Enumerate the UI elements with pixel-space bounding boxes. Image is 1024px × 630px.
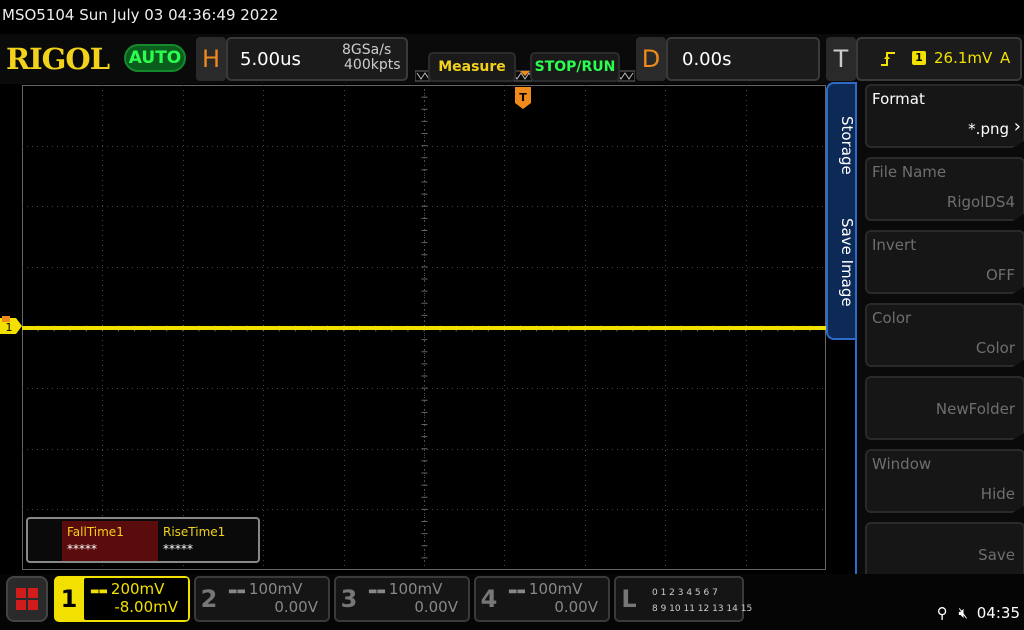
channel-1-readout: ▬▬ 200mV -8.00mV bbox=[84, 578, 188, 620]
logic-channels-row-1: 0 1 2 3 4 5 6 7 bbox=[652, 588, 718, 598]
horizontal-timebase-box[interactable]: 5.00us 8GSa/s 400kpts bbox=[226, 37, 408, 81]
trigger-level: 26.1mV bbox=[934, 49, 993, 67]
logic-analyzer-box[interactable]: L 0 1 2 3 4 5 6 7 8 9 10 11 12 13 14 15 bbox=[614, 576, 752, 622]
title-bar: MSO5104 Sun July 03 04:36:49 2022 bbox=[0, 0, 1024, 34]
channel-1-box[interactable]: 1 ▬▬ 200mV -8.00mV bbox=[54, 576, 190, 622]
channel-2-box[interactable]: 2 ▬▬ 100mV 0.00V bbox=[194, 576, 330, 622]
clock-time: 04:35 bbox=[976, 604, 1020, 622]
channel-number: 3 bbox=[340, 585, 358, 613]
channel-scale: ▬▬ 100mV bbox=[228, 580, 303, 598]
menu-item-value: Hide bbox=[980, 485, 1015, 503]
menu-item-value: NewFolder bbox=[935, 400, 1015, 418]
menu-item-value: *.png bbox=[968, 120, 1009, 138]
channel-bar: 1 ▬▬ 200mV -8.00mV 2 ▬▬ 100mV 0.00V 3 ▬▬ 10… bbox=[0, 574, 1024, 630]
delay-value: 0.00s bbox=[682, 49, 732, 70]
channel-number: 4 bbox=[480, 585, 498, 613]
logic-channels-row-2: 8 9 10 11 12 13 14 15 bbox=[652, 604, 753, 614]
trigger-mode: A bbox=[1000, 49, 1011, 67]
channel-scale: ▬▬ 100mV bbox=[508, 580, 583, 598]
menu-item-color[interactable]: Color Color bbox=[865, 303, 1024, 367]
channel-scale: ▬▬ 200mV bbox=[90, 580, 165, 598]
delay-box[interactable]: 0.00s bbox=[666, 37, 820, 81]
usb-icon: ⚲ bbox=[936, 604, 948, 622]
measurement-name: RiseTime1 bbox=[163, 525, 226, 539]
stop-run-button[interactable]: STOP/RUN bbox=[530, 52, 620, 82]
channel-offset: 0.00V bbox=[554, 598, 598, 616]
menu-item-value: RigolDS4 bbox=[946, 193, 1015, 211]
channel-scale: ▬▬ 100mV bbox=[368, 580, 443, 598]
ch1-waveform-trace bbox=[22, 326, 826, 330]
menu-item-label: Color bbox=[872, 309, 912, 327]
menu-item-file-name[interactable]: File Name RigolDS4 bbox=[865, 157, 1024, 221]
menu-item-value: Save bbox=[978, 546, 1015, 564]
menu-item-label: Invert bbox=[872, 236, 917, 254]
menu-item-invert[interactable]: Invert OFF bbox=[865, 230, 1024, 294]
menu-item-label: Window bbox=[872, 455, 932, 473]
delay-label[interactable]: D bbox=[636, 37, 666, 81]
measurement-value: ***** bbox=[67, 542, 97, 556]
dc-coupling-icon: ▬▬ bbox=[228, 586, 246, 597]
channel-offset: 0.00V bbox=[414, 598, 458, 616]
menu-item-format[interactable]: Format *.png › bbox=[865, 84, 1024, 148]
dc-coupling-icon: ▬▬ bbox=[368, 586, 386, 597]
tab-save-image[interactable]: Save Image bbox=[832, 218, 856, 307]
measurement-name: FallTime1 bbox=[67, 525, 124, 539]
dc-coupling-icon: ▬▬ bbox=[508, 586, 526, 597]
header-bar: RIGOL AUTO H 5.00us 8GSa/s 400kpts Measu… bbox=[0, 34, 1024, 84]
channel-4-box[interactable]: 4 ▬▬ 100mV 0.00V bbox=[474, 576, 610, 622]
menu-item-window[interactable]: Window Hide bbox=[865, 449, 1024, 513]
measurement-risetime[interactable]: RiseTime1 ***** bbox=[158, 521, 254, 561]
trigger-label[interactable]: T bbox=[826, 37, 856, 81]
status-area: ⚲ 🔇︎ 04:35 bbox=[937, 604, 1020, 622]
chevron-right-icon: › bbox=[1013, 116, 1021, 137]
measure-button[interactable]: Measure bbox=[428, 52, 516, 82]
sample-rate: 8GSa/s bbox=[342, 42, 392, 58]
channel-number: 2 bbox=[200, 585, 218, 613]
main-menu-button[interactable] bbox=[6, 576, 48, 622]
trigger-source-badge: 1 bbox=[912, 51, 926, 65]
menu-item-value: OFF bbox=[985, 266, 1015, 284]
svg-text:T: T bbox=[519, 91, 527, 104]
menu-tabs: Storage Save Image bbox=[826, 82, 856, 340]
tab-storage[interactable]: Storage bbox=[832, 116, 856, 175]
measurement-value: ***** bbox=[163, 542, 193, 556]
dc-coupling-icon: ▬▬ bbox=[90, 586, 108, 597]
rigol-logo: RIGOL bbox=[6, 42, 110, 76]
menu-item-value: Color bbox=[975, 339, 1015, 357]
channel-3-box[interactable]: 3 ▬▬ 100mV 0.00V bbox=[334, 576, 470, 622]
trigger-box[interactable]: 1 26.1mV A bbox=[856, 37, 1022, 81]
trigger-level-marker bbox=[2, 316, 10, 322]
auto-button[interactable]: AUTO bbox=[124, 44, 186, 72]
waveform-display[interactable] bbox=[22, 85, 826, 570]
menu-item-label: File Name bbox=[872, 163, 947, 181]
svg-text:1: 1 bbox=[6, 321, 13, 334]
channel-offset: -8.00mV bbox=[114, 598, 178, 616]
menu-item-new-folder[interactable]: NewFolder bbox=[865, 376, 1024, 440]
channel-number: 1 bbox=[56, 578, 82, 620]
timebase-value: 5.00us bbox=[240, 49, 301, 70]
memory-depth: 400kpts bbox=[344, 57, 401, 73]
channel-offset: 0.00V bbox=[274, 598, 318, 616]
logic-letter: L bbox=[621, 585, 637, 613]
speaker-muted-icon[interactable]: 🔇︎ bbox=[959, 604, 968, 622]
model-datetime: MSO5104 Sun July 03 04:36:49 2022 bbox=[2, 6, 279, 24]
grid-menu-icon bbox=[16, 588, 38, 610]
storage-menu: Format *.png › File Name RigolDS4 Invert… bbox=[855, 82, 1024, 594]
menu-item-label: Format bbox=[872, 90, 925, 108]
measurement-panel[interactable]: FallTime1 ***** RiseTime1 ***** bbox=[26, 517, 260, 563]
measurement-falltime[interactable]: FallTime1 ***** bbox=[62, 521, 158, 561]
rising-edge-icon bbox=[881, 52, 895, 66]
trigger-position-marker-icon[interactable]: T bbox=[515, 87, 531, 109]
horizontal-label[interactable]: H bbox=[196, 37, 226, 81]
